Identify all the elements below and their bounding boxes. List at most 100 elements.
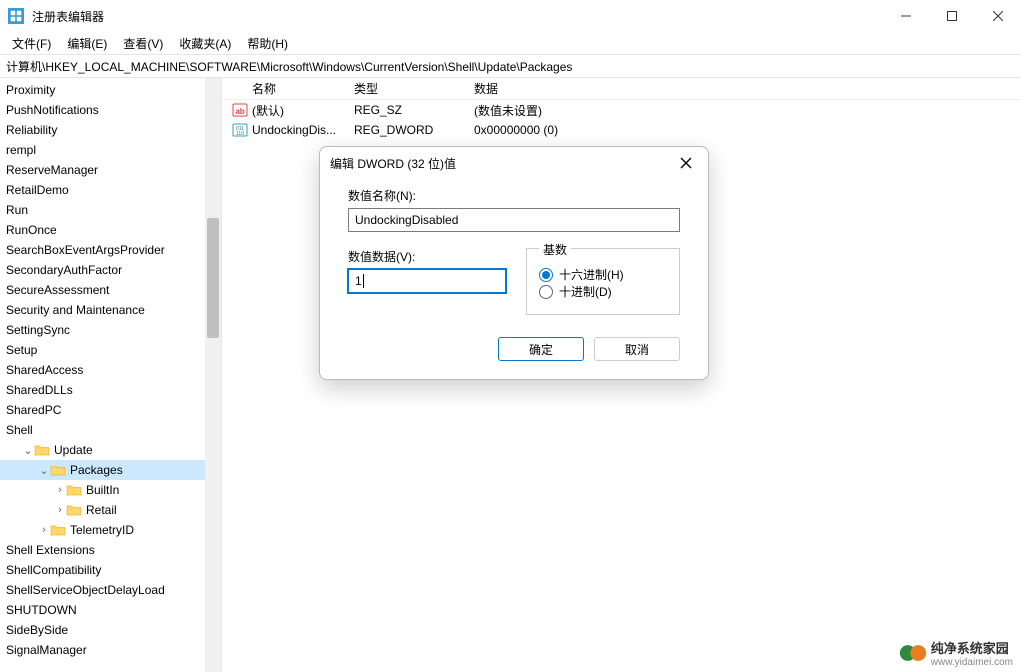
radio-dec-label: 十进制(D) — [559, 283, 612, 300]
value-data-input[interactable]: 1 — [348, 269, 506, 293]
tree-item[interactable]: rempl — [0, 140, 221, 160]
tree-item-label: ShellServiceObjectDelayLoad — [6, 583, 165, 597]
tree-item[interactable]: ShellCompatibility — [0, 560, 221, 580]
tree-item[interactable]: ShellServiceObjectDelayLoad — [0, 580, 221, 600]
tree-item-label: ReserveManager — [6, 163, 98, 177]
dialog-titlebar[interactable]: 编辑 DWORD (32 位)值 — [320, 147, 708, 179]
expand-closed-icon[interactable]: › — [38, 524, 50, 536]
edit-dword-dialog: 编辑 DWORD (32 位)值 数值名称(N): 数值数据(V): 1 基数 … — [319, 146, 709, 380]
list-header: 名称 类型 数据 — [222, 78, 1021, 100]
tree-item[interactable]: › BuiltIn — [0, 480, 221, 500]
tree-item[interactable]: › TelemetryID — [0, 520, 221, 540]
header-name[interactable]: 名称 — [232, 80, 354, 97]
tree-item[interactable]: Proximity — [0, 80, 221, 100]
tree-item[interactable]: SearchBoxEventArgsProvider — [0, 240, 221, 260]
radio-dec-input[interactable] — [539, 285, 553, 299]
tree-item-label: SharedPC — [6, 403, 61, 417]
tree-scrollbar[interactable] — [205, 78, 221, 672]
tree-item[interactable]: Shell Extensions — [0, 540, 221, 560]
window-title: 注册表编辑器 — [32, 8, 883, 25]
address-bar[interactable]: 计算机\HKEY_LOCAL_MACHINE\SOFTWARE\Microsof… — [0, 54, 1021, 78]
tree-item-label: SignalManager — [6, 643, 87, 657]
tree-pane: ProximityPushNotifications Reliability rem… — [0, 78, 222, 672]
tree-item[interactable]: SettingSync — [0, 320, 221, 340]
tree-item-label: SHUTDOWN — [6, 603, 77, 617]
tree-item-label: BuiltIn — [86, 483, 119, 497]
list-row[interactable]: 011110UndockingDis...REG_DWORD0x00000000… — [222, 120, 1021, 140]
cancel-button[interactable]: 取消 — [594, 337, 680, 361]
tree-item-label: Shell — [6, 423, 33, 437]
base-legend: 基数 — [539, 241, 571, 258]
menu-view[interactable]: 查看(V) — [115, 33, 171, 54]
expand-open-icon[interactable]: ⌄ — [22, 444, 34, 457]
tree-item-label: rempl — [6, 143, 36, 157]
maximize-button[interactable] — [929, 0, 975, 32]
list-row[interactable]: ab(默认)REG_SZ(数值未设置) — [222, 100, 1021, 120]
titlebar: 注册表编辑器 — [0, 0, 1021, 32]
expand-closed-icon[interactable]: › — [54, 484, 66, 496]
watermark-url: www.yidaimei.com — [931, 657, 1013, 668]
header-data[interactable]: 数据 — [474, 80, 1021, 97]
tree-item-label: TelemetryID — [70, 523, 134, 537]
header-type[interactable]: 类型 — [354, 80, 474, 97]
folder-icon — [50, 523, 66, 537]
tree-item[interactable]: ⌄ Packages — [0, 460, 221, 480]
tree-item[interactable]: ⌄Update — [0, 440, 221, 460]
tree-item[interactable]: SharedDLLs — [0, 380, 221, 400]
tree-item[interactable]: SHUTDOWN — [0, 600, 221, 620]
dialog-close-button[interactable] — [674, 151, 698, 175]
close-button[interactable] — [975, 0, 1021, 32]
tree-item[interactable]: SecureAssessment — [0, 280, 221, 300]
tree-item[interactable]: Security and Maintenance — [0, 300, 221, 320]
svg-text:110: 110 — [236, 131, 244, 137]
window-controls — [883, 0, 1021, 32]
text-cursor — [363, 274, 364, 288]
tree-item[interactable]: ›Retail — [0, 500, 221, 520]
tree-item-label: SideBySide — [6, 623, 68, 637]
radio-dec[interactable]: 十进制(D) — [539, 283, 667, 300]
expand-closed-icon[interactable]: › — [54, 504, 66, 516]
tree-item[interactable]: RunOnce — [0, 220, 221, 240]
svg-text:ab: ab — [235, 107, 244, 116]
menu-favorites[interactable]: 收藏夹(A) — [171, 33, 239, 54]
menu-file[interactable]: 文件(F) — [4, 33, 59, 54]
value-name-label: 数值名称(N): — [348, 187, 680, 204]
menubar: 文件(F) 编辑(E) 查看(V) 收藏夹(A) 帮助(H) — [0, 32, 1021, 54]
tree-item-label: Reliability — [6, 123, 57, 137]
cell-name: (默认) — [252, 102, 284, 119]
folder-icon — [66, 503, 82, 517]
tree-item[interactable]: SharedPC — [0, 400, 221, 420]
menu-help[interactable]: 帮助(H) — [239, 33, 296, 54]
tree-item[interactable]: Reliability — [0, 120, 221, 140]
expand-open-icon[interactable]: ⌄ — [38, 464, 50, 477]
tree-item[interactable]: PushNotifications — [0, 100, 221, 120]
tree-item[interactable]: RetailDemo — [0, 180, 221, 200]
tree-item[interactable]: SignalManager — [0, 640, 221, 660]
tree-item[interactable]: Run — [0, 200, 221, 220]
ok-button[interactable]: 确定 — [498, 337, 584, 361]
folder-icon — [66, 483, 82, 497]
tree-item[interactable]: ReserveManager — [0, 160, 221, 180]
minimize-button[interactable] — [883, 0, 929, 32]
tree-item[interactable]: Setup — [0, 340, 221, 360]
reg-dword-icon: 011110 — [232, 122, 248, 138]
tree-item[interactable]: SideBySide — [0, 620, 221, 640]
tree-item[interactable]: SharedAccess — [0, 360, 221, 380]
dialog-title: 编辑 DWORD (32 位)值 — [330, 155, 674, 172]
value-name-input[interactable] — [348, 208, 680, 232]
tree-item-label: SecondaryAuthFactor — [6, 263, 122, 277]
tree-item-label: SearchBoxEventArgsProvider — [6, 243, 165, 257]
scrollbar-thumb[interactable] — [207, 218, 219, 338]
tree-item[interactable]: SecondaryAuthFactor — [0, 260, 221, 280]
watermark: 纯净系统家园 www.yidaimei.com — [899, 638, 1013, 668]
tree-item[interactable]: Shell — [0, 420, 221, 440]
tree-item-label: Setup — [6, 343, 37, 357]
tree-item-label: SettingSync — [6, 323, 70, 337]
radio-hex[interactable]: 十六进制(H) — [539, 266, 667, 283]
tree-item-label: Security and Maintenance — [6, 303, 145, 317]
tree-item-label: Packages — [70, 463, 123, 477]
radio-hex-input[interactable] — [539, 268, 553, 282]
menu-edit[interactable]: 编辑(E) — [59, 33, 115, 54]
tree-item-label: SharedDLLs — [6, 383, 73, 397]
watermark-logo-icon — [899, 639, 927, 667]
